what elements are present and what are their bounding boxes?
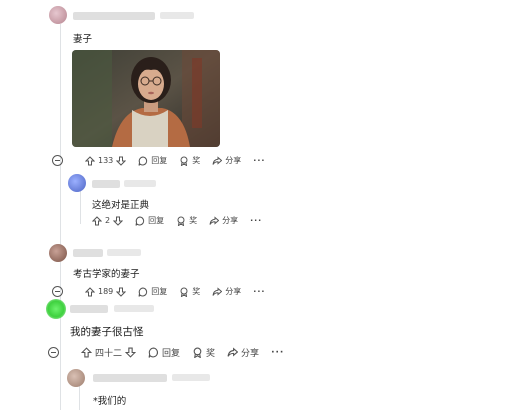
more-options-button[interactable]: ··· [253, 156, 265, 165]
comment-text: *我们的 [93, 396, 127, 407]
share-icon [212, 286, 223, 296]
comment-actions: 四十二 回复 奖 分享 ··· [48, 346, 296, 359]
timestamp [172, 374, 210, 381]
share-icon [212, 155, 223, 165]
award-icon [193, 347, 202, 358]
award-button[interactable]: 奖 [179, 286, 200, 297]
more-options-button[interactable]: ··· [271, 348, 284, 358]
comment-text: 考古学家的妻子 [73, 269, 140, 280]
collapse-button[interactable] [52, 155, 63, 166]
share-button[interactable]: 分享 [212, 286, 241, 297]
collapse-button[interactable] [48, 347, 59, 358]
downvote-icon[interactable] [116, 287, 127, 297]
comment-text: 这绝对是正典 [92, 200, 150, 211]
username[interactable] [70, 305, 108, 313]
share-icon [227, 347, 239, 357]
share-icon [209, 215, 220, 225]
reply-button[interactable]: 回复 [135, 215, 164, 226]
vote-count: 2 [105, 216, 111, 225]
username[interactable] [73, 12, 155, 20]
upvote-button[interactable]: 133 [85, 155, 127, 166]
timestamp [124, 180, 156, 187]
upvote-icon [85, 286, 95, 296]
downvote-icon[interactable] [113, 216, 124, 226]
award-button[interactable]: 奖 [179, 155, 200, 166]
upvote-button[interactable]: 四十二 [81, 346, 137, 359]
more-icon: ··· [253, 287, 266, 296]
avatar[interactable] [49, 244, 67, 262]
timestamp [160, 12, 194, 19]
more-icon: ··· [250, 216, 263, 225]
comment-text: 我的妻子很古怪 [70, 326, 144, 338]
comment-actions: 2 回复 奖 分享 ··· [92, 215, 274, 226]
timestamp [107, 249, 141, 256]
reply-button[interactable]: 回复 [138, 155, 167, 166]
more-icon: ··· [253, 156, 266, 165]
share-button[interactable]: 分享 [212, 155, 241, 166]
more-options-button[interactable]: ··· [250, 216, 262, 225]
comment-image[interactable] [72, 50, 220, 147]
username[interactable] [92, 180, 120, 188]
reply-button[interactable]: 回复 [138, 286, 167, 297]
username[interactable] [73, 249, 103, 257]
avatar[interactable] [68, 174, 86, 192]
upvote-icon [85, 155, 95, 165]
avatar[interactable] [67, 369, 85, 387]
award-icon [180, 287, 188, 297]
award-icon [177, 216, 185, 226]
downvote-icon[interactable] [125, 347, 137, 358]
upvote-button[interactable]: 2 [92, 215, 124, 226]
share-button[interactable]: 分享 [227, 346, 259, 359]
comment-actions: 133 回复 奖 分享 ··· [52, 155, 277, 166]
share-button[interactable]: 分享 [209, 215, 238, 226]
timestamp [114, 305, 154, 312]
vote-count: 四十二 [95, 349, 123, 359]
more-options-button[interactable]: ··· [253, 287, 265, 296]
upvote-icon [92, 215, 102, 225]
portrait-image [72, 50, 220, 147]
downvote-icon[interactable] [116, 156, 127, 166]
vote-count: 133 [98, 156, 114, 165]
comment-text: 妻子 [73, 34, 93, 45]
award-icon [180, 156, 188, 166]
collapse-button[interactable] [52, 286, 63, 297]
comment-icon [135, 215, 145, 226]
comment-icon [138, 155, 148, 166]
avatar[interactable] [49, 6, 67, 24]
avatar[interactable] [46, 299, 66, 319]
comment-actions: 189 回复 奖 分享 ··· [52, 286, 277, 297]
award-button[interactable]: 奖 [192, 346, 215, 359]
comment-icon [148, 347, 159, 358]
username[interactable] [93, 374, 167, 382]
vote-count: 189 [98, 287, 114, 296]
upvote-icon [81, 347, 92, 358]
upvote-button[interactable]: 189 [85, 286, 127, 297]
reply-button[interactable]: 回复 [148, 346, 180, 359]
more-icon: ··· [271, 347, 285, 358]
comment-icon [138, 286, 148, 297]
award-button[interactable]: 奖 [176, 215, 197, 226]
